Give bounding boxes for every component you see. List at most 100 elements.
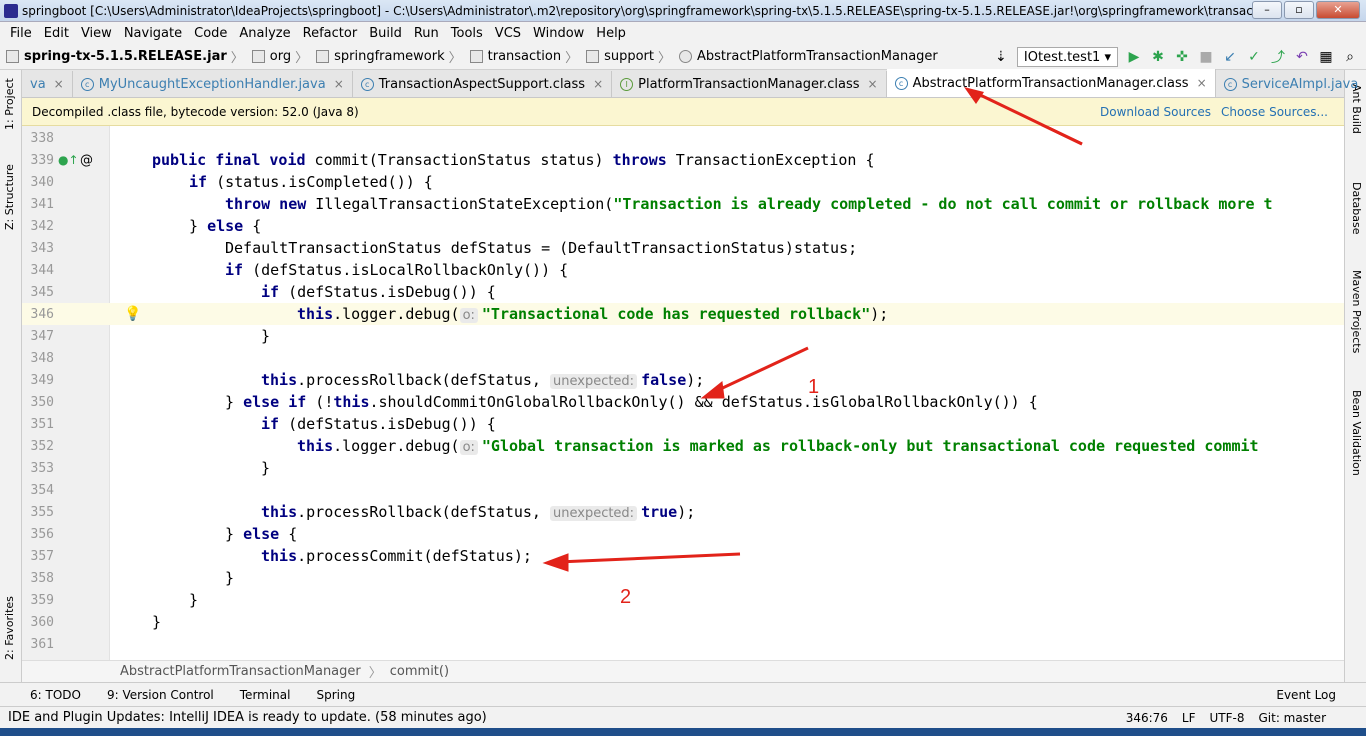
package-icon bbox=[469, 50, 483, 63]
package-icon bbox=[316, 50, 330, 63]
menu-tools[interactable]: Tools bbox=[445, 26, 489, 41]
line-separator[interactable]: LF bbox=[1182, 711, 1196, 725]
abstract-class-icon: c bbox=[894, 76, 908, 90]
breadcrumb-springframework[interactable]: springframework 〉 bbox=[316, 47, 466, 66]
decompiled-banner: Decompiled .class file, bytecode version… bbox=[22, 98, 1344, 126]
toolbar: ⇣ IOtest.test1 ▾ ▶ ✱ ✜ ■ ↙ ✓ ⤴ ↶ ▦ ⌕ bbox=[993, 47, 1358, 67]
bottom-tool-strip: 6: TODO 9: Version Control Terminal Spri… bbox=[0, 682, 1366, 706]
editor-breadcrumb-method[interactable]: commit() bbox=[390, 664, 449, 679]
maximize-button[interactable]: ▫ bbox=[1284, 1, 1314, 19]
git-branch[interactable]: Git: master bbox=[1258, 711, 1326, 725]
tab-partial[interactable]: va × bbox=[22, 71, 73, 97]
jar-icon bbox=[6, 50, 19, 63]
menu-refactor[interactable]: Refactor bbox=[297, 26, 364, 41]
vcs-commit-icon[interactable]: ✓ bbox=[1246, 49, 1262, 65]
editor-breadcrumb-class[interactable]: AbstractPlatformTransactionManager bbox=[120, 664, 361, 679]
menu-run[interactable]: Run bbox=[408, 26, 445, 41]
favorites-tool-button[interactable]: 2: Favorites bbox=[3, 596, 16, 660]
project-structure-icon[interactable]: ▦ bbox=[1318, 49, 1334, 65]
close-icon[interactable]: × bbox=[54, 77, 64, 91]
menu-window[interactable]: Window bbox=[527, 26, 590, 41]
undo-icon[interactable]: ↶ bbox=[1294, 49, 1310, 65]
close-button[interactable]: ✕ bbox=[1316, 1, 1360, 19]
class-icon: c bbox=[1223, 77, 1237, 91]
menu-build[interactable]: Build bbox=[363, 26, 408, 41]
banner-text: Decompiled .class file, bytecode version… bbox=[32, 104, 359, 119]
class-icon: c bbox=[360, 77, 374, 91]
breadcrumb-class[interactable]: AbstractPlatformTransactionManager bbox=[679, 49, 938, 64]
os-taskbar bbox=[0, 728, 1366, 736]
editor-tabs: va × c MyUncaughtExceptionHandler.java × cT… bbox=[22, 69, 1358, 98]
code-editor[interactable]: 338 339 ●↑ @ public final void commit(Tr… bbox=[22, 126, 1344, 660]
menu-vcs[interactable]: VCS bbox=[489, 26, 527, 41]
structure-tool-button[interactable]: Z: Structure bbox=[3, 164, 16, 230]
menu-edit[interactable]: Edit bbox=[38, 26, 75, 41]
editor-breadcrumb: AbstractPlatformTransactionManager 〉 com… bbox=[22, 660, 1344, 682]
stop-icon[interactable]: ■ bbox=[1198, 49, 1214, 65]
breadcrumb-transaction[interactable]: transaction 〉 bbox=[469, 47, 582, 66]
close-icon[interactable]: × bbox=[334, 77, 344, 91]
database-tool-button[interactable]: Database bbox=[1350, 182, 1363, 235]
debug-icon[interactable]: ✱ bbox=[1150, 49, 1166, 65]
annotation-label-1: 1 bbox=[808, 376, 820, 398]
menu-view[interactable]: View bbox=[75, 26, 118, 41]
interface-icon: I bbox=[620, 77, 634, 91]
minimize-button[interactable]: – bbox=[1252, 1, 1282, 19]
sort-icon[interactable]: ⇣ bbox=[993, 49, 1009, 65]
search-everywhere-icon[interactable]: ⌕ bbox=[1342, 49, 1358, 65]
right-tool-strip: Ant Build Database Maven Projects Bean V… bbox=[1344, 70, 1366, 682]
breadcrumb-support[interactable]: support 〉 bbox=[586, 47, 675, 66]
tab-arrow-overlay bbox=[964, 87, 1083, 146]
window-title: springboot [C:\Users\Administrator\IdeaP… bbox=[22, 3, 1272, 18]
menu-help[interactable]: Help bbox=[590, 26, 632, 41]
tab-platformtransactionmanager[interactable]: I PlatformTransactionManager.class × bbox=[612, 71, 887, 97]
tab-myuncaughtexceptionhandler[interactable]: c MyUncaughtExceptionHandler.java × bbox=[73, 71, 353, 97]
close-icon[interactable]: × bbox=[593, 77, 603, 91]
breadcrumb-jar[interactable]: spring-tx-5.1.5.RELEASE.jar 〉 bbox=[6, 47, 248, 66]
menu-bar: File Edit View Navigate Code Analyze Ref… bbox=[0, 22, 1366, 44]
annotation-arrowhead bbox=[542, 553, 569, 572]
spring-tool-button[interactable]: Spring bbox=[316, 688, 355, 702]
event-log-tool-button[interactable]: Event Log bbox=[1276, 688, 1336, 702]
version-control-tool-button[interactable]: 9: Version Control bbox=[107, 688, 214, 702]
file-encoding[interactable]: UTF-8 bbox=[1210, 711, 1245, 725]
title-bar: springboot [C:\Users\Administrator\IdeaP… bbox=[0, 0, 1366, 22]
tab-transactionaspectsupport[interactable]: c TransactionAspectSupport.class × bbox=[353, 71, 613, 97]
terminal-tool-button[interactable]: Terminal bbox=[240, 688, 291, 702]
package-icon bbox=[586, 50, 600, 63]
run-icon[interactable]: ▶ bbox=[1126, 49, 1142, 65]
annotation-arrows bbox=[542, 126, 1083, 572]
menu-code[interactable]: Code bbox=[188, 26, 233, 41]
menu-file[interactable]: File bbox=[4, 26, 38, 41]
menu-analyze[interactable]: Analyze bbox=[233, 26, 296, 41]
tab-serviceaimpl[interactable]: cServiceAImpl.java× bbox=[1216, 71, 1366, 97]
intellij-icon bbox=[4, 3, 18, 18]
maven-tool-button[interactable]: Maven Projects bbox=[1350, 270, 1363, 353]
project-tool-button[interactable]: 1: Project bbox=[3, 78, 16, 130]
navigation-bar: spring-tx-5.1.5.RELEASE.jar 〉 org 〉 spring… bbox=[0, 44, 1366, 70]
run-config-select[interactable]: IOtest.test1 ▾ bbox=[1016, 47, 1118, 67]
annotation-arrowhead bbox=[700, 381, 725, 399]
annotation-arrow-2 bbox=[557, 552, 741, 564]
window-controls: – ▫ ✕ bbox=[1252, 1, 1360, 19]
caret-position[interactable]: 346:76 bbox=[1126, 711, 1168, 725]
close-icon[interactable]: × bbox=[868, 77, 878, 91]
status-message[interactable]: IDE and Plugin Updates: IntelliJ IDEA is… bbox=[8, 710, 487, 725]
left-tool-strip: 1: Project Z: Structure 2: Favorites bbox=[0, 70, 22, 682]
annotation-arrow-1 bbox=[713, 346, 809, 394]
status-bar: IDE and Plugin Updates: IntelliJ IDEA is… bbox=[0, 706, 1366, 728]
menu-navigate[interactable]: Navigate bbox=[118, 26, 188, 41]
coverage-icon[interactable]: ✜ bbox=[1174, 49, 1190, 65]
vcs-push-icon[interactable]: ⤴ bbox=[1270, 49, 1286, 66]
bean-validation-tool-button[interactable]: Bean Validation bbox=[1350, 390, 1363, 476]
close-icon[interactable]: × bbox=[1197, 76, 1207, 90]
package-icon bbox=[251, 50, 265, 63]
todo-tool-button[interactable]: 6: TODO bbox=[30, 688, 81, 702]
vcs-update-icon[interactable]: ↙ bbox=[1222, 49, 1238, 65]
class-icon: c bbox=[80, 77, 94, 91]
breadcrumb-org[interactable]: org 〉 bbox=[251, 47, 312, 66]
choose-sources-link[interactable]: Choose Sources... bbox=[1221, 105, 1328, 119]
class-icon bbox=[679, 50, 693, 63]
download-sources-link[interactable]: Download Sources bbox=[1100, 105, 1211, 119]
annotation-label-2: 2 bbox=[620, 586, 632, 608]
